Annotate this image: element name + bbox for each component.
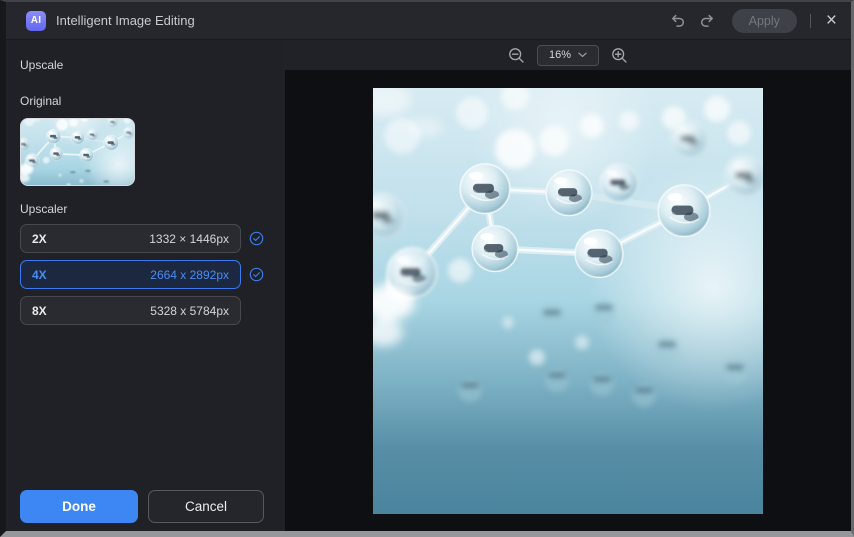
redo-button[interactable]: [699, 13, 716, 28]
original-thumbnail[interactable]: [20, 118, 135, 186]
intelligent-image-editing-window: AI Intelligent Image Editing Apply × Ups…: [0, 0, 854, 537]
preview-area: 16%: [285, 40, 851, 531]
ai-logo: AI: [26, 10, 46, 31]
option-dimensions: 2664 x 2892px: [150, 267, 229, 282]
upscaler-option-8x[interactable]: 8X 5328 x 5784px: [20, 296, 241, 325]
zoom-out-button[interactable]: [508, 47, 525, 64]
zoom-toolbar: 16%: [285, 40, 851, 70]
option-label: 2X: [32, 231, 47, 246]
close-icon: ×: [825, 10, 837, 31]
close-button[interactable]: ×: [824, 11, 839, 30]
option-label: 8X: [32, 303, 47, 318]
upscaler-option-2x[interactable]: 2X 1332 × 1446px: [20, 224, 241, 253]
titlebar-separator: [809, 13, 811, 28]
check-circle-icon: [249, 231, 264, 246]
preview-image[interactable]: [373, 88, 763, 514]
titlebar: AI Intelligent Image Editing Apply ×: [6, 2, 851, 40]
undo-icon: [669, 13, 686, 28]
done-button[interactable]: Done: [20, 490, 138, 523]
option-dimensions: 5328 x 5784px: [150, 303, 229, 318]
zoom-out-icon: [508, 47, 525, 64]
preview-canvas: [285, 70, 851, 531]
panel-title: Upscale: [20, 58, 64, 72]
apply-button[interactable]: Apply: [731, 8, 797, 33]
zoom-in-button[interactable]: [611, 47, 628, 64]
zoom-level-dropdown[interactable]: 16%: [537, 44, 599, 66]
panel-actions: Done Cancel: [20, 490, 264, 523]
upscaler-label: Upscaler: [20, 202, 68, 216]
check-circle-icon: [249, 267, 264, 282]
upscaler-option-4x[interactable]: 4X 2664 x 2892px: [20, 260, 241, 289]
zoom-in-icon: [611, 47, 628, 64]
option-dimensions: 1332 × 1446px: [149, 231, 229, 246]
zoom-level-value: 16%: [548, 49, 572, 61]
undo-button[interactable]: [669, 13, 686, 28]
window-title: Intelligent Image Editing: [56, 13, 195, 28]
cancel-button[interactable]: Cancel: [148, 490, 264, 523]
original-label: Original: [20, 94, 62, 108]
redo-icon: [699, 13, 716, 28]
chevron-down-icon: [578, 49, 587, 61]
upscaler-options: 2X 1332 × 1446px 4X 2664 x 2892px 8X 532…: [20, 224, 285, 325]
upscale-panel: Upscale Original Upscaler 2X 1332 × 1446…: [6, 40, 285, 531]
option-label: 4X: [32, 267, 47, 282]
